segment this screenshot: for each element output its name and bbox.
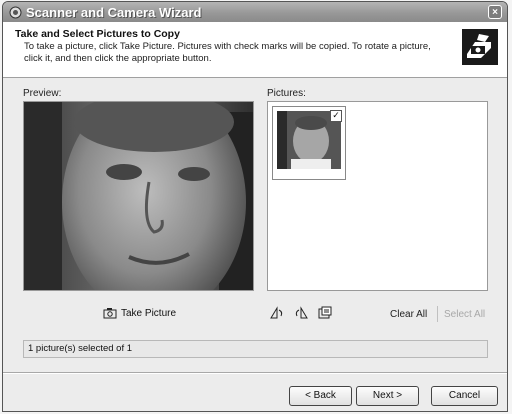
picture-thumbnail[interactable]: ✓ xyxy=(272,106,346,180)
next-button[interactable]: Next > xyxy=(356,386,419,406)
close-button[interactable]: × xyxy=(488,5,502,19)
select-all-link[interactable]: Select All xyxy=(444,309,485,320)
pictures-list[interactable]: ✓ xyxy=(267,101,488,291)
page-description: To take a picture, click Take Picture. P… xyxy=(24,41,431,64)
title-bar[interactable]: Scanner and Camera Wizard × xyxy=(3,2,507,22)
page-title: Take and Select Pictures to Copy xyxy=(15,28,180,40)
clear-all-link[interactable]: Clear All xyxy=(390,309,427,320)
status-bar: 1 picture(s) selected of 1 xyxy=(23,340,488,358)
rotate-left-icon[interactable] xyxy=(269,306,285,320)
take-picture-label: Take Picture xyxy=(121,307,177,319)
window-title: Scanner and Camera Wizard xyxy=(26,4,202,20)
toolbar-separator xyxy=(437,306,438,322)
camera-preview xyxy=(23,101,254,291)
picture-checkbox[interactable]: ✓ xyxy=(330,110,342,122)
preview-label: Preview: xyxy=(23,88,62,99)
wizard-window: Scanner and Camera Wizard × Take and Sel… xyxy=(2,1,508,412)
camera-icon xyxy=(103,308,117,319)
cancel-button[interactable]: Cancel xyxy=(431,386,498,406)
rotate-right-icon[interactable] xyxy=(293,306,309,320)
back-button[interactable]: < Back xyxy=(289,386,352,406)
take-picture-button[interactable]: Take Picture xyxy=(103,307,176,319)
properties-icon[interactable] xyxy=(317,306,333,320)
wizard-header: Take and Select Pictures to Copy To take… xyxy=(3,22,507,78)
scanner-camera-icon xyxy=(462,29,498,65)
pictures-label: Pictures: xyxy=(267,88,306,99)
camera-wizard-icon xyxy=(9,6,22,18)
footer-divider xyxy=(3,372,507,374)
preview-image xyxy=(24,102,253,290)
